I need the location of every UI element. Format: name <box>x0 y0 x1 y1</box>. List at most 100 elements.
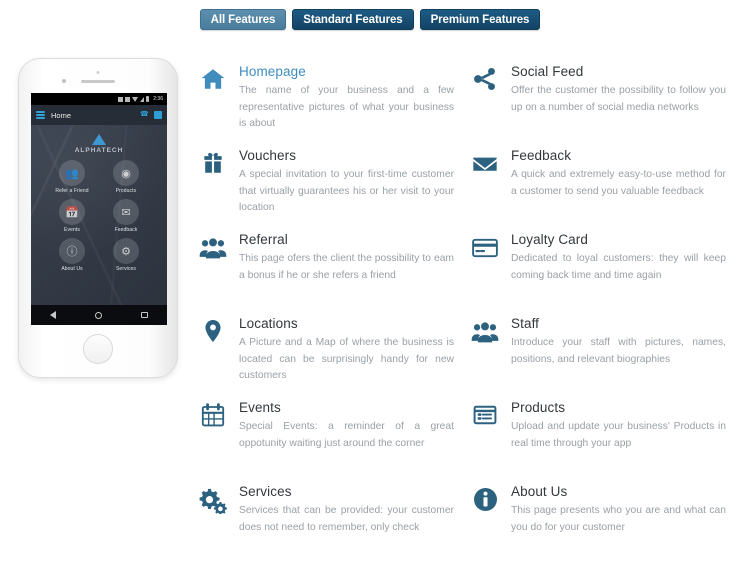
feature-description: A quick and extremely easy-to-use method… <box>511 169 726 197</box>
tab-standard-features[interactable]: Standard Features <box>292 9 414 30</box>
gear-icon: ⚙ <box>113 238 139 264</box>
feature-list: Homepage The name of your business and a… <box>196 62 730 570</box>
feature-item-vouchers[interactable]: Vouchers A special invitation to your fi… <box>196 146 458 230</box>
phone-mockup: 2:36 Home ☎ ALPHATECH 👥 Refer a Friend ◉… <box>18 58 178 378</box>
tab-all-features[interactable]: All Features <box>199 9 287 30</box>
rss-icon <box>468 566 502 570</box>
app-tile-label: Events <box>64 227 80 233</box>
feature-item-web-url[interactable]: Web URL <box>196 566 458 570</box>
app-logo-text: ALPHATECH <box>74 147 124 154</box>
feature-text: Locations A Picture and a Map of where t… <box>239 314 458 385</box>
feature-title: Services <box>239 484 292 499</box>
feature-description: A special invitation to your first-time … <box>239 169 454 214</box>
home-icon[interactable] <box>95 311 103 319</box>
feature-text: Homepage The name of your business and a… <box>239 62 458 133</box>
feature-title: Loyalty Card <box>511 232 588 247</box>
app-tile-label: Feedback <box>114 227 138 233</box>
feature-title: Staff <box>511 316 540 331</box>
phone-screen: 2:36 Home ☎ ALPHATECH 👥 Refer a Friend ◉… <box>31 93 167 325</box>
feature-description: This page presents who you are and what … <box>511 505 726 533</box>
calendar-icon: 📅 <box>59 199 85 225</box>
feature-item-homepage[interactable]: Homepage The name of your business and a… <box>196 62 458 146</box>
feature-text: Loyalty Card Dedicated to loyal customer… <box>511 230 730 284</box>
browser-icon <box>196 566 230 570</box>
feature-text: Products Upload and update your business… <box>511 398 730 452</box>
feature-title: Products <box>511 400 566 415</box>
feature-text: Services Services that can be provided: … <box>239 482 458 536</box>
app-tile-refer-a-friend[interactable]: 👥 Refer a Friend <box>45 160 99 194</box>
feature-item-about-us[interactable]: About Us This page presents who you are … <box>468 482 730 566</box>
feature-item-services[interactable]: Services Services that can be provided: … <box>196 482 458 566</box>
feature-text: About Us This page presents who you are … <box>511 482 730 536</box>
feature-text: Vouchers A special invitation to your fi… <box>239 146 458 217</box>
app-tile-feedback[interactable]: ✉ Feedback <box>99 199 153 233</box>
feature-title: Locations <box>239 316 298 331</box>
feature-title: Referral <box>239 232 288 247</box>
feature-description: Services that can be provided: your cust… <box>239 505 454 533</box>
wifi-icon <box>132 96 139 102</box>
feature-text: Web URL <box>239 566 458 570</box>
tab-premium-features[interactable]: Premium Features <box>419 9 541 30</box>
app-tile-products[interactable]: ◉ Products <box>99 160 153 194</box>
feature-tabs: All Features Standard Features Premium F… <box>0 9 740 30</box>
feature-title: About Us <box>511 484 568 499</box>
signal-icon <box>140 96 145 102</box>
feature-title: Feedback <box>511 148 572 163</box>
battery-icon <box>146 96 150 102</box>
gears-icon <box>196 482 230 514</box>
mail-icon[interactable] <box>154 111 162 119</box>
app-tile-events[interactable]: 📅 Events <box>45 199 99 233</box>
list-window-icon <box>468 398 502 428</box>
android-soft-nav <box>31 305 167 325</box>
feature-description: This page ofers the client the possibili… <box>239 253 454 281</box>
tag-icon: ◉ <box>113 160 139 186</box>
people-icon <box>196 230 230 262</box>
feature-text: Feedback A quick and extremely easy-to-u… <box>511 146 730 200</box>
phone-home-button[interactable] <box>83 334 113 364</box>
feature-item-locations[interactable]: Locations A Picture and a Map of where t… <box>196 314 458 398</box>
feature-text: Social Feed Offer the customer the possi… <box>511 62 730 116</box>
feature-title: Vouchers <box>239 148 297 163</box>
calendar-icon <box>196 398 230 428</box>
feature-item-referral[interactable]: Referral This page ofers the client the … <box>196 230 458 314</box>
mail-icon: ✉ <box>113 199 139 225</box>
map-pin-icon <box>196 314 230 344</box>
feature-text: Events Special Events: a reminder of a g… <box>239 398 458 452</box>
app-tile-grid: 👥 Refer a Friend ◉ Products 📅 Events ✉ F… <box>31 160 167 272</box>
feature-item-loyalty-card[interactable]: Loyalty Card Dedicated to loyal customer… <box>468 230 730 314</box>
triangle-logo-icon <box>92 134 106 145</box>
phone-camera-icon <box>62 79 66 83</box>
credit-card-icon <box>468 230 502 262</box>
app-tile-label: Services <box>116 266 136 272</box>
app-tile-services[interactable]: ⚙ Services <box>99 238 153 272</box>
envelope-icon <box>468 146 502 178</box>
app-bar: Home ☎ <box>31 105 167 125</box>
feature-text: Referral This page ofers the client the … <box>239 230 458 284</box>
app-logo: ALPHATECH <box>31 125 167 154</box>
app-tile-about-us[interactable]: ⓘ About Us <box>45 238 99 272</box>
phone-icon[interactable]: ☎ <box>140 111 149 119</box>
phone-sensor-icon <box>96 71 100 74</box>
feature-item-rss-feeds[interactable]: RSS Feeds <box>468 566 730 570</box>
recents-icon[interactable] <box>141 311 148 319</box>
features-page: All Features Standard Features Premium F… <box>0 0 740 570</box>
info-icon: ⓘ <box>59 238 85 264</box>
app-tile-label: About Us <box>61 266 83 272</box>
app-content: ALPHATECH 👥 Refer a Friend ◉ Products 📅 … <box>31 125 167 305</box>
hamburger-icon[interactable] <box>36 111 45 119</box>
feature-item-staff[interactable]: Staff Introduce your staff with pictures… <box>468 314 730 398</box>
back-icon[interactable] <box>50 311 57 319</box>
feature-item-feedback[interactable]: Feedback A quick and extremely easy-to-u… <box>468 146 730 230</box>
feature-description: The name of your business and a few repr… <box>239 85 454 130</box>
feature-description: Dedicated to loyal customers: they will … <box>511 253 726 281</box>
feature-title: Social Feed <box>511 64 584 79</box>
info-icon <box>468 482 502 513</box>
people-icon: 👥 <box>59 160 85 186</box>
share-icon <box>468 62 502 92</box>
app-tile-label: Products <box>115 188 137 194</box>
staff-icon <box>468 314 502 346</box>
app-bar-title: Home <box>51 110 72 120</box>
feature-item-events[interactable]: Events Special Events: a reminder of a g… <box>196 398 458 482</box>
feature-item-social-feed[interactable]: Social Feed Offer the customer the possi… <box>468 62 730 146</box>
feature-item-products[interactable]: Products Upload and update your business… <box>468 398 730 482</box>
